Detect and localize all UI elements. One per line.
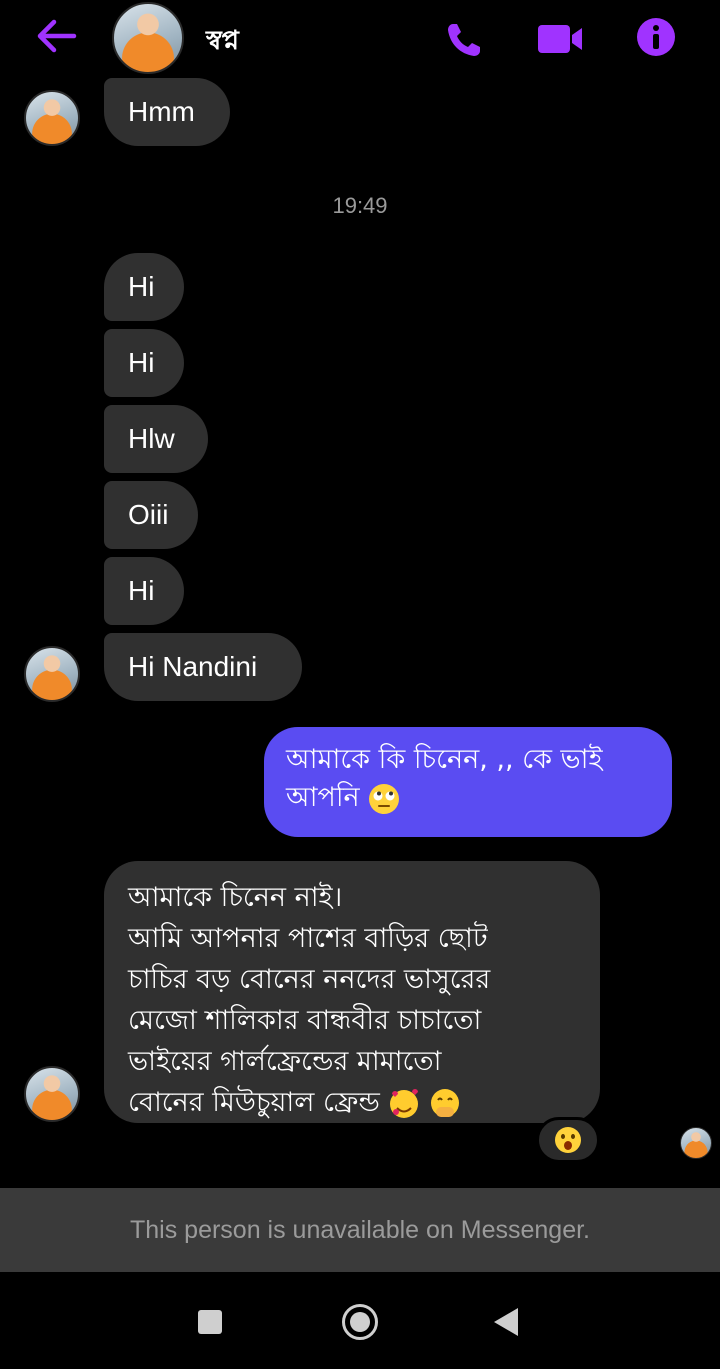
contact-name[interactable]: স্বপ্ন	[206, 20, 239, 64]
message-bubble[interactable]: Hi	[104, 557, 184, 625]
unavailable-text: This person is unavailable on Messenger.	[130, 1215, 590, 1244]
message-bubble[interactable]: Hmm	[104, 78, 230, 146]
message-text: Hi	[128, 575, 155, 606]
smiling-face-with-hearts-emoji-icon	[390, 1088, 419, 1118]
message-bubble[interactable]: Hi	[104, 253, 184, 321]
message-text: Hi	[128, 347, 155, 378]
unavailable-notice: This person is unavailable on Messenger.	[0, 1188, 720, 1272]
message-text: Hi	[128, 271, 155, 302]
message-line: আমাকে চিনেন নাই।	[128, 882, 343, 913]
timestamp: 19:49	[332, 193, 388, 218]
message-text: Hi Nandini	[128, 651, 258, 682]
message-text: Hmm	[128, 96, 195, 127]
message-line: আমি আপনার পাশের বাড়ির ছোট	[128, 923, 488, 954]
message-line: বোনের মিউচুয়াল ফ্রেন্ড	[128, 1087, 380, 1118]
chat-header: স্বপ্ন	[0, 0, 720, 82]
face-with-hand-over-mouth-emoji-icon	[431, 1088, 460, 1117]
phone-icon[interactable]	[444, 20, 484, 60]
message-bubble[interactable]: Hi	[104, 329, 184, 397]
message-text: আমাকে কি চিনেন, ,, কে ভাই আপনি	[286, 744, 603, 813]
message-reaction[interactable]	[536, 1117, 600, 1163]
message-bubble[interactable]: Oiii	[104, 481, 198, 549]
seen-receipt-avatar	[680, 1127, 712, 1159]
contact-avatar[interactable]	[112, 2, 184, 74]
message-line-last: বোনের মিউচুয়াল ফ্রেন্ড	[128, 1082, 576, 1123]
message-bubble[interactable]: আমাকে চিনেন নাই। আমি আপনার পাশের বাড়ির …	[104, 861, 600, 1123]
rolling-eyes-emoji-icon	[369, 783, 400, 814]
sender-avatar[interactable]	[24, 646, 80, 702]
video-camera-icon[interactable]	[536, 22, 586, 56]
message-text: Hlw	[128, 423, 175, 454]
info-icon[interactable]	[636, 17, 676, 57]
home-circle-icon[interactable]	[342, 1304, 378, 1340]
message-line: মেজো শালিকার বান্ধবীর চাচাতো	[128, 1005, 482, 1036]
message-bubble[interactable]: Hlw	[104, 405, 208, 473]
sender-avatar[interactable]	[24, 90, 80, 146]
astonished-face-emoji-icon	[555, 1127, 581, 1153]
message-line: ভাইয়ের গার্লফ্রেন্ডের মামাতো	[128, 1046, 442, 1077]
message-text: Oiii	[128, 499, 169, 530]
message-line: চাচির বড় বোনের ননদের ভাসুরের	[128, 964, 491, 995]
outgoing-message-bubble[interactable]: আমাকে কি চিনেন, ,, কে ভাই আপনি	[264, 727, 672, 837]
message-bubble[interactable]: Hi Nandini	[104, 633, 302, 701]
sender-avatar[interactable]	[24, 1066, 80, 1122]
recents-square-icon[interactable]	[198, 1310, 222, 1334]
back-triangle-icon[interactable]	[494, 1308, 518, 1336]
back-arrow-icon[interactable]	[34, 16, 78, 56]
